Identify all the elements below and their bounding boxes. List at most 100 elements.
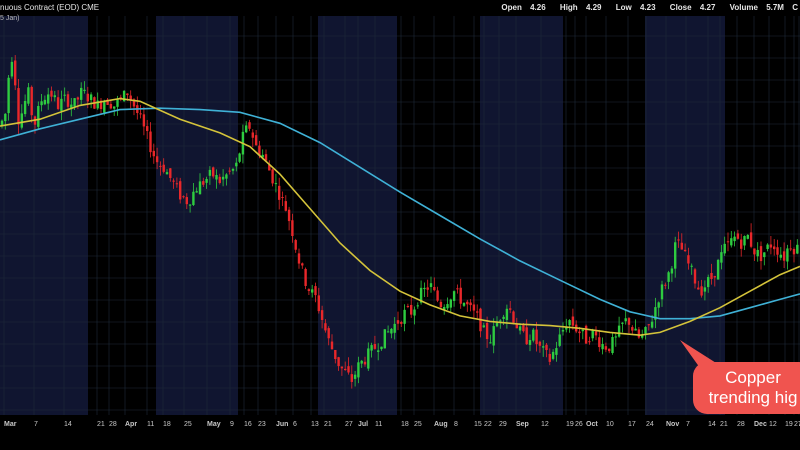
candle-body	[416, 305, 419, 307]
candle-body	[360, 360, 363, 364]
candle-body	[674, 242, 677, 269]
candle-body	[314, 286, 317, 296]
candle-body	[769, 244, 773, 248]
candle-body	[485, 322, 489, 340]
x-tick-label: 22	[484, 421, 492, 428]
x-tick-label: 26	[575, 421, 583, 428]
candle-body	[512, 311, 515, 323]
x-tick-label: 12	[769, 421, 777, 428]
candle-body	[228, 170, 231, 172]
candle-body	[462, 302, 466, 306]
month-band	[156, 16, 238, 415]
candle-body	[363, 361, 367, 365]
candle-body	[505, 308, 509, 320]
candle-body	[680, 242, 683, 250]
candle-body	[773, 246, 776, 250]
candle-body	[205, 178, 208, 183]
candle-body	[786, 248, 789, 262]
candle-body	[693, 269, 697, 284]
candle-body	[126, 93, 129, 96]
candle-body	[50, 90, 53, 97]
candle-body	[218, 176, 221, 183]
candle-body	[495, 322, 499, 327]
x-tick-label: 29	[499, 421, 507, 428]
candle-body	[17, 88, 20, 125]
x-tick-label: 13	[311, 421, 319, 428]
candle-body	[532, 329, 535, 341]
candle-body	[535, 329, 538, 345]
candle-body	[169, 168, 172, 178]
x-tick-label: 10	[606, 421, 614, 428]
candle-body	[683, 249, 687, 252]
x-tick-label: 6	[293, 421, 297, 428]
candle-body	[591, 329, 594, 339]
candle-body	[377, 350, 380, 352]
candle-body	[208, 169, 212, 176]
candle-body	[274, 183, 278, 185]
candle-body	[614, 336, 617, 338]
annotation-callout: Copper trending hig	[693, 362, 800, 414]
candle-body	[43, 99, 47, 105]
candle-body	[20, 113, 23, 128]
candle-body	[588, 341, 591, 343]
candle-body	[509, 308, 512, 310]
candle-body	[548, 353, 551, 362]
x-tick-label: 28	[109, 421, 117, 428]
candle-body	[179, 181, 182, 200]
candle-body	[192, 191, 195, 205]
candle-body	[291, 220, 294, 236]
candle-body	[347, 366, 350, 373]
candle-body	[14, 60, 17, 86]
callout-line-1: Copper	[725, 368, 781, 387]
month-band	[0, 16, 88, 415]
candle-body	[294, 240, 297, 250]
candle-body	[60, 98, 63, 111]
candle-body	[340, 366, 344, 369]
x-tick-label: 7	[34, 421, 38, 428]
candle-body	[56, 97, 60, 109]
candle-body	[7, 77, 10, 114]
candle-body	[634, 328, 637, 331]
candle-body	[221, 176, 225, 180]
candle-body	[697, 287, 700, 290]
candle-body	[396, 320, 400, 324]
x-tick-label: 27	[345, 421, 353, 428]
candle-body	[568, 320, 571, 326]
x-tick-label: 23	[258, 421, 266, 428]
candle-body	[726, 241, 730, 243]
candle-body	[657, 302, 660, 308]
x-tick-label: Mar	[4, 421, 17, 428]
candle-body	[627, 318, 631, 325]
candle-body	[713, 276, 716, 278]
candle-body	[251, 132, 254, 138]
candle-body	[413, 309, 416, 316]
x-tick-label: Sep	[516, 421, 529, 428]
quote-close: Close 4.27	[669, 3, 716, 12]
candle-body	[320, 310, 324, 320]
candle-body	[344, 368, 347, 371]
candle-body	[175, 183, 179, 185]
x-tick-label: Oct	[586, 421, 598, 428]
candle-body	[357, 362, 360, 378]
x-tick-label: 14	[708, 421, 716, 428]
candle-body	[337, 357, 340, 367]
candle-body	[782, 251, 786, 261]
candle-body	[459, 287, 462, 304]
candle-body	[789, 248, 792, 250]
candle-body	[86, 93, 89, 102]
candle-body	[551, 351, 555, 359]
candle-body	[792, 249, 796, 255]
candle-body	[373, 343, 377, 349]
candle-body	[162, 164, 165, 172]
candle-body	[4, 113, 7, 122]
candle-body	[383, 329, 386, 349]
candle-body	[796, 244, 799, 254]
candle-body	[245, 125, 248, 133]
candle-body	[746, 235, 749, 239]
quote-volume: Volume 5.7M	[729, 3, 784, 12]
candle-body	[608, 348, 611, 352]
candle-body	[66, 94, 70, 107]
quote-low: Low 4.23	[615, 3, 656, 12]
x-tick-label: 7	[686, 421, 690, 428]
candle-body	[542, 346, 545, 348]
